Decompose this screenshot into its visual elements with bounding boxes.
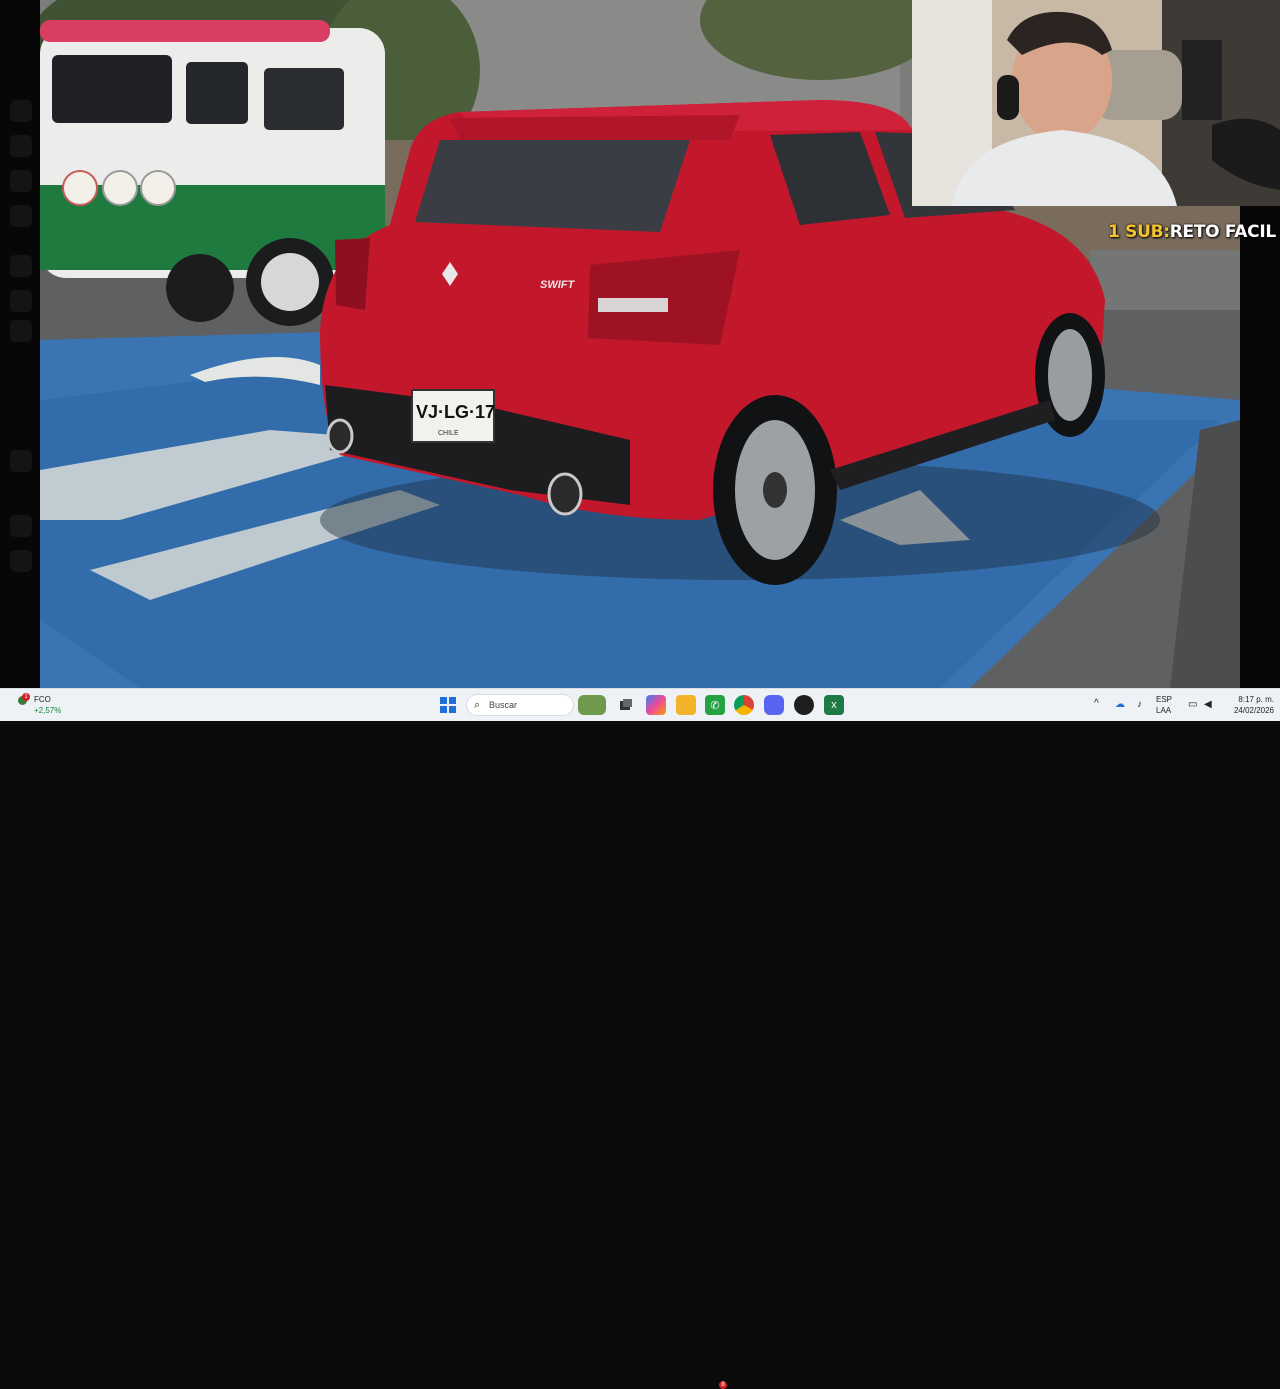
left-dark-strip [0, 0, 40, 688]
network-icon[interactable]: ▭ [1188, 689, 1200, 721]
copilot-icon[interactable] [646, 695, 666, 715]
webcam-overlay [912, 0, 1280, 206]
language-indicator[interactable]: ESP LAA [1156, 689, 1180, 721]
language-label: ESP [1156, 695, 1173, 704]
ghost-icon [10, 205, 32, 227]
task-view-icon[interactable] [616, 695, 636, 715]
volume-icon[interactable]: ◀ [1204, 689, 1216, 721]
windows-start-icon[interactable] [438, 695, 458, 715]
clock-time: 8:17 p. m. [1238, 695, 1274, 704]
ghost-icon [10, 290, 32, 312]
license-plate: VJ·LG·17 [416, 402, 495, 422]
ghost-icon [10, 450, 32, 472]
ghost-icon [10, 170, 32, 192]
search-highlight-icon[interactable] [578, 695, 606, 715]
excel-icon[interactable]: x [824, 695, 844, 715]
plate-country: CHILE [438, 430, 459, 437]
discord-icon[interactable] [764, 695, 784, 715]
sub-goal-text: RETO FACIL [1169, 222, 1276, 242]
stock-widget[interactable]: 1 FCO +2,57% [12, 693, 82, 717]
stock-change: +2,57% [34, 706, 62, 715]
keyboard-layout-label: LAA [1156, 706, 1172, 715]
whatsapp-icon[interactable]: ✆ [705, 695, 725, 715]
network-cloud-icon[interactable]: ☁ [1115, 689, 1129, 721]
search-input[interactable]: ⌕ Buscar [466, 694, 574, 716]
windows-taskbar: 1 FCO +2,57% ⌕ Buscar ✆ 8 x ^ ☁ ♪ ESP LA… [0, 688, 1280, 1389]
chrome-icon[interactable] [734, 695, 754, 715]
ghost-icon [10, 515, 32, 537]
ghost-icon [10, 255, 32, 277]
clock[interactable]: 8:17 p. m. 24/02/2026 [1222, 689, 1274, 721]
sub-count: 1 SUB: [1108, 222, 1170, 242]
microphone-icon[interactable]: ♪ [1137, 689, 1149, 721]
ghost-icon [10, 320, 32, 342]
show-hidden-icons-chevron-icon[interactable]: ^ [1094, 689, 1108, 721]
search-icon: ⌕ [474, 699, 481, 711]
ghost-icon [10, 550, 32, 572]
stock-notification-badge: 1 [22, 693, 30, 701]
ghost-icon [10, 135, 32, 157]
whatsapp-badge: 8 [719, 1381, 727, 1389]
clock-date: 24/02/2026 [1233, 706, 1274, 715]
sub-goal-banner: 1 SUB:RETO FACIL [1108, 222, 1276, 242]
swift-badge: SWIFT [540, 279, 575, 291]
stock-label: FCO [34, 695, 51, 704]
search-placeholder: Buscar [489, 700, 518, 710]
obs-icon[interactable] [794, 695, 814, 715]
file-explorer-icon[interactable] [676, 695, 696, 715]
ghost-icon [10, 100, 32, 122]
